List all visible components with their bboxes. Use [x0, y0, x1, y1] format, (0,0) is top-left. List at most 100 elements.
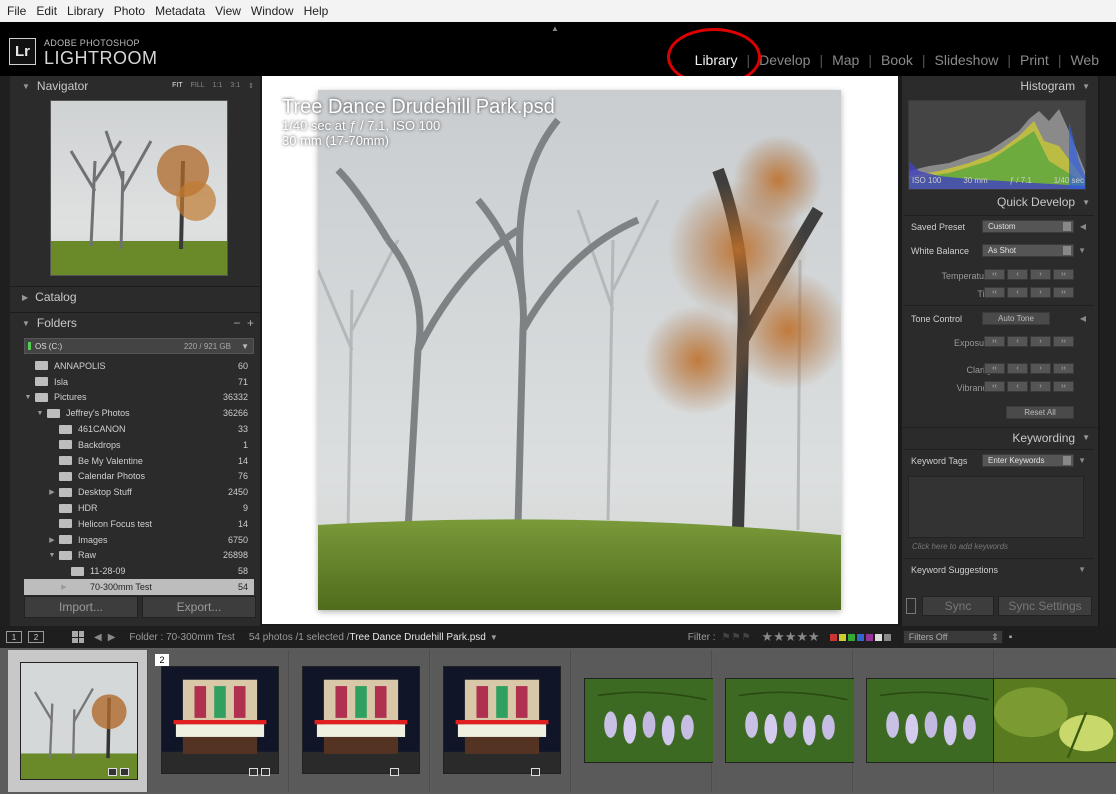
zoom-fit[interactable]: FIT [172, 82, 183, 90]
catalog-header[interactable]: ▶ Catalog [10, 286, 260, 307]
folder-row[interactable]: 461CANON 33 [24, 421, 254, 437]
filmstrip-thumbnail[interactable] [993, 678, 1116, 763]
navigator-header[interactable]: ▼ Navigator FIT FILL 1:1 3:1 ⇕ [10, 76, 260, 96]
flag-filter-icon[interactable]: ⚑⚑⚑ [722, 632, 752, 643]
filter-preset-select[interactable]: Filters Off ⇕ [902, 630, 1003, 644]
collection-badge-icon[interactable] [531, 768, 540, 776]
folder-row[interactable]: ▼ Raw 26898 [24, 548, 254, 564]
filmstrip-cell[interactable] [290, 650, 430, 792]
filmstrip-cell[interactable] [713, 650, 855, 792]
keyword-entry-area[interactable] [908, 476, 1084, 538]
zoom-fill[interactable]: FILL [191, 82, 205, 90]
quick-develop-header[interactable]: Quick Develop ▼ [902, 192, 1098, 212]
module-map[interactable]: Map [823, 52, 868, 68]
main-photo[interactable] [318, 90, 841, 610]
triangle-down-icon[interactable]: ▼ [36, 410, 44, 417]
module-slideshow[interactable]: Slideshow [926, 52, 1008, 68]
clarity-stepper[interactable]: ‹‹ ‹ › ›› [984, 363, 1074, 374]
menu-item-metadata[interactable]: Metadata [150, 4, 210, 18]
filmstrip-cell[interactable] [8, 650, 148, 792]
right-panel-edge[interactable] [1100, 76, 1116, 626]
folder-add-remove-icon[interactable]: − + [233, 316, 254, 330]
triangle-down-icon[interactable]: ▼ [24, 394, 32, 401]
folder-source[interactable]: Folder : 70-300mm Test [129, 632, 234, 643]
white-balance-select[interactable]: As Shot [982, 244, 1074, 257]
reset-all-button[interactable]: Reset All [1006, 406, 1074, 419]
menu-item-view[interactable]: View [210, 4, 246, 18]
triangle-down-icon[interactable]: ▼ [48, 552, 56, 559]
edited-badge-icon[interactable] [261, 768, 270, 776]
selected-filename[interactable]: Tree Dance Drudehill Park.psd [349, 632, 485, 643]
folders-header[interactable]: ▼ Folders − + [10, 312, 260, 333]
folder-row[interactable]: Isla 71 [24, 374, 254, 390]
zoom-menu-icon[interactable]: ⇕ [248, 82, 254, 90]
filmstrip-thumbnail[interactable] [443, 666, 561, 774]
folder-row[interactable]: ▼ Pictures 36332 [24, 390, 254, 406]
volume-bar[interactable]: OS (C:) 220 / 921 GB ▼ [24, 338, 254, 354]
temperature-stepper[interactable]: ‹‹ ‹ › ›› [984, 269, 1074, 280]
filmstrip-cell[interactable] [572, 650, 714, 792]
chevron-down-icon[interactable]: ▼ [490, 633, 498, 642]
color-label-filter[interactable] [829, 633, 891, 641]
menu-item-edit[interactable]: Edit [31, 4, 62, 18]
folder-row[interactable]: Backdrops 1 [24, 437, 254, 453]
vibrance-stepper[interactable]: ‹‹ ‹ › ›› [984, 381, 1074, 392]
triangle-down-icon[interactable]: ▼ [1078, 246, 1086, 255]
keyword-hint[interactable]: Click here to add keywords [912, 542, 1008, 551]
loupe-view[interactable]: Tree Dance Drudehill Park.psd 1/40 sec a… [262, 76, 898, 624]
collection-badge-icon[interactable] [390, 768, 399, 776]
forward-arrow-icon[interactable]: ▶ [108, 632, 116, 643]
folder-row[interactable]: ▶ 70-300mm Test 54 [24, 579, 254, 595]
zoom-3-1[interactable]: 3:1 [230, 82, 240, 90]
menu-item-photo[interactable]: Photo [109, 4, 150, 18]
folder-row[interactable]: 11-28-09 58 [24, 563, 254, 579]
sync-button[interactable]: Sync [922, 596, 994, 616]
filmstrip-thumbnail[interactable] [20, 662, 138, 780]
grid-view-icon[interactable] [72, 631, 84, 643]
histogram-header[interactable]: Histogram ▼ [902, 76, 1098, 96]
tint-stepper[interactable]: ‹‹ ‹ › ›› [984, 287, 1074, 298]
filmstrip-cell[interactable] [993, 650, 1116, 792]
folder-row[interactable]: ▶ Desktop Stuff 2450 [24, 484, 254, 500]
screen-2-button[interactable]: 2 [28, 631, 44, 643]
menu-item-file[interactable]: File [2, 4, 31, 18]
filmstrip-cell[interactable] [854, 650, 996, 792]
menu-item-help[interactable]: Help [299, 4, 334, 18]
filmstrip-thumbnail[interactable] [161, 666, 279, 774]
filmstrip-cell[interactable] [431, 650, 571, 792]
saved-preset-select[interactable]: Custom [982, 220, 1074, 233]
navigator-preview[interactable] [50, 100, 228, 276]
filmstrip-thumbnail[interactable] [866, 678, 996, 763]
lock-icon[interactable]: ▪ [1009, 632, 1013, 643]
module-web[interactable]: Web [1061, 52, 1108, 68]
collapse-top-panel-icon[interactable]: ▲ [551, 24, 559, 33]
folder-row[interactable]: Helicon Focus test 14 [24, 516, 254, 532]
keywording-header[interactable]: Keywording ▼ [902, 427, 1098, 447]
back-arrow-icon[interactable]: ◀ [94, 632, 102, 643]
menu-item-window[interactable]: Window [246, 4, 299, 18]
filmstrip-thumbnail[interactable] [302, 666, 420, 774]
module-book[interactable]: Book [872, 52, 922, 68]
filmstrip-cell[interactable]: 2 [149, 650, 289, 792]
triangle-right-icon[interactable]: ▶ [48, 536, 56, 544]
filmstrip-thumbnail[interactable] [584, 678, 714, 763]
module-print[interactable]: Print [1011, 52, 1058, 68]
collection-badge-icon[interactable] [108, 768, 117, 776]
triangle-down-icon[interactable]: ▼ [1078, 456, 1086, 465]
sync-settings-button[interactable]: Sync Settings [998, 596, 1092, 616]
folder-row[interactable]: ANNAPOLIS 60 [24, 358, 254, 374]
triangle-right-icon[interactable]: ▶ [60, 583, 68, 591]
left-panel-edge[interactable] [0, 76, 10, 626]
sync-switch[interactable] [906, 598, 916, 614]
folder-row[interactable]: Be My Valentine 14 [24, 453, 254, 469]
menu-item-library[interactable]: Library [62, 4, 109, 18]
collection-badge-icon[interactable] [249, 768, 258, 776]
keyword-tags-select[interactable]: Enter Keywords [982, 454, 1074, 467]
auto-tone-button[interactable]: Auto Tone [982, 312, 1050, 325]
edited-badge-icon[interactable] [120, 768, 129, 776]
triangle-left-icon[interactable]: ◀ [1080, 314, 1086, 323]
filmstrip-thumbnail[interactable] [725, 678, 855, 763]
triangle-right-icon[interactable]: ▶ [48, 488, 56, 496]
rating-filter[interactable]: ★★★★★ [761, 629, 819, 645]
triangle-left-icon[interactable]: ◀ [1080, 222, 1086, 231]
